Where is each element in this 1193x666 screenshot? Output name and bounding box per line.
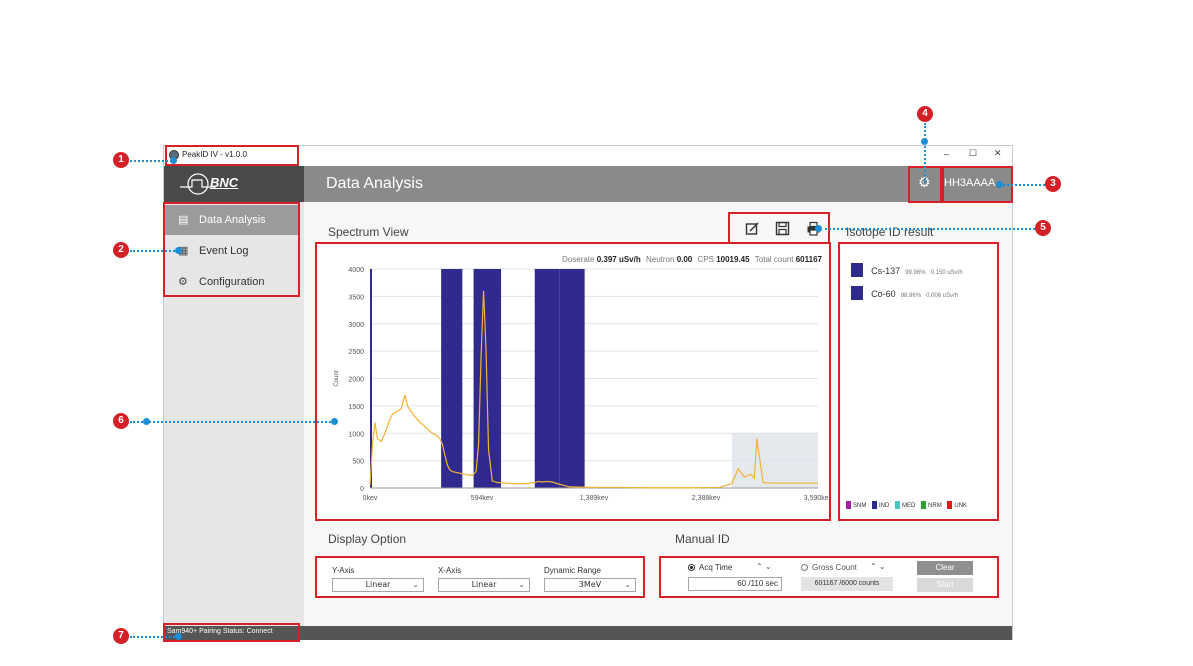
callout-3: 3 bbox=[1045, 176, 1061, 192]
callout-2: 2 bbox=[113, 242, 129, 258]
callout-5: 5 bbox=[1035, 220, 1051, 236]
callout-1: 1 bbox=[113, 152, 129, 168]
manual-id-title: Manual ID bbox=[675, 532, 730, 546]
highlight-title bbox=[165, 145, 299, 166]
maximize-button[interactable]: ☐ bbox=[969, 148, 977, 159]
leader-line bbox=[820, 228, 1035, 230]
leader-dot bbox=[175, 247, 182, 254]
callout-7: 7 bbox=[113, 628, 129, 644]
brand-logo-text: BNC bbox=[210, 175, 239, 190]
highlight-isotope bbox=[838, 242, 999, 521]
highlight-nav bbox=[163, 202, 300, 297]
highlight-spectrum bbox=[315, 242, 831, 521]
brand-bar: BNC bbox=[164, 166, 304, 202]
callout-6: 6 bbox=[113, 413, 129, 429]
leader-line bbox=[130, 250, 178, 252]
leader-dot bbox=[921, 138, 928, 145]
leader-line bbox=[130, 421, 335, 423]
leader-dot bbox=[143, 418, 150, 425]
leader-line bbox=[1000, 184, 1045, 186]
header-bar: Data Analysis ⚙ HH3AAAA bbox=[304, 166, 1012, 202]
display-option-title: Display Option bbox=[328, 532, 407, 546]
page-title: Data Analysis bbox=[326, 175, 423, 192]
spectrum-view-title: Spectrum View bbox=[328, 225, 409, 239]
callout-4: 4 bbox=[917, 106, 933, 122]
leader-dot bbox=[996, 181, 1003, 188]
leader-dot bbox=[815, 225, 822, 232]
leader-line bbox=[130, 160, 172, 162]
leader-dot bbox=[331, 418, 338, 425]
close-button[interactable]: ✕ bbox=[994, 148, 1002, 159]
highlight-display bbox=[315, 556, 645, 598]
minimize-button[interactable]: – bbox=[944, 149, 949, 159]
leader-dot bbox=[175, 633, 182, 640]
highlight-status bbox=[163, 623, 300, 642]
leader-line bbox=[924, 123, 926, 183]
highlight-manual bbox=[659, 556, 999, 598]
leader-line bbox=[130, 636, 178, 638]
leader-dot bbox=[170, 157, 177, 164]
